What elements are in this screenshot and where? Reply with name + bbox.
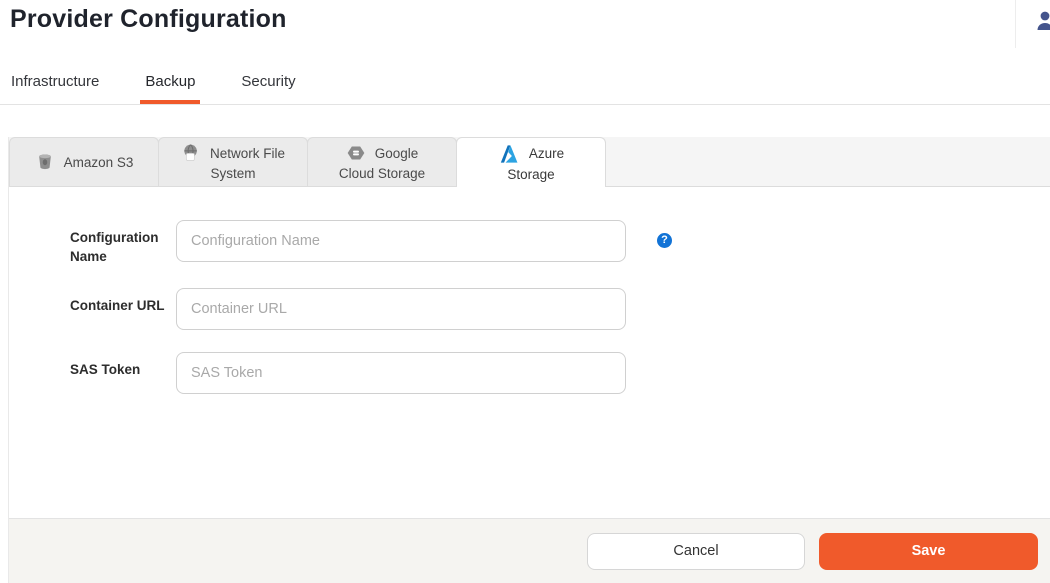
- gcs-hexagon-icon: [346, 143, 366, 163]
- configuration-name-label: Configuration Name: [70, 220, 166, 266]
- provider-tab-label-line2: Storage: [457, 167, 605, 182]
- container-url-label: Container URL: [70, 288, 166, 315]
- tab-backup[interactable]: Backup: [140, 67, 200, 104]
- provider-tab-label: Amazon S3: [64, 155, 134, 170]
- provider-tab-label-line2: Cloud Storage: [308, 166, 456, 181]
- azure-icon: [498, 144, 520, 164]
- help-icon[interactable]: ?: [657, 233, 672, 248]
- tab-google-cloud-storage[interactable]: Google Cloud Storage: [307, 137, 457, 186]
- tab-network-file-system[interactable]: Network File System: [158, 137, 308, 186]
- provider-tab-label: Network File: [210, 146, 285, 161]
- provider-tab-label: Azure: [529, 146, 564, 161]
- globe-file-icon: [181, 143, 201, 163]
- provider-tab-label-line2: System: [159, 166, 307, 181]
- tab-amazon-s3[interactable]: Amazon S3: [9, 137, 159, 186]
- person-icon: [1033, 9, 1050, 33]
- tab-infrastructure[interactable]: Infrastructure: [6, 67, 104, 104]
- tab-azure-storage[interactable]: Azure Storage: [456, 137, 606, 187]
- configuration-name-row: Configuration Name ?: [70, 220, 1050, 266]
- main-nav: Infrastructure Backup Security: [0, 67, 1050, 105]
- cancel-button[interactable]: Cancel: [587, 533, 805, 570]
- container-url-row: Container URL: [70, 288, 1050, 330]
- save-button[interactable]: Save: [819, 533, 1038, 570]
- provider-tabs: Amazon S3 Network File System: [9, 137, 1050, 187]
- user-menu[interactable]: [1015, 0, 1050, 48]
- sas-token-row: SAS Token: [70, 352, 1050, 394]
- tab-security[interactable]: Security: [236, 67, 300, 104]
- action-bar: Cancel Save: [9, 518, 1050, 583]
- sas-token-label: SAS Token: [70, 352, 166, 379]
- container-url-input[interactable]: [176, 288, 626, 330]
- configuration-name-input[interactable]: [176, 220, 626, 262]
- sas-token-input[interactable]: [176, 352, 626, 394]
- provider-panel: Amazon S3 Network File System: [8, 137, 1050, 583]
- provider-tab-label: Google: [375, 146, 419, 161]
- header: Provider Configuration: [0, 0, 1050, 48]
- s3-bucket-icon: [35, 152, 55, 172]
- page-title: Provider Configuration: [10, 5, 287, 34]
- provider-form: Configuration Name ? Container URL SAS T…: [9, 187, 1050, 518]
